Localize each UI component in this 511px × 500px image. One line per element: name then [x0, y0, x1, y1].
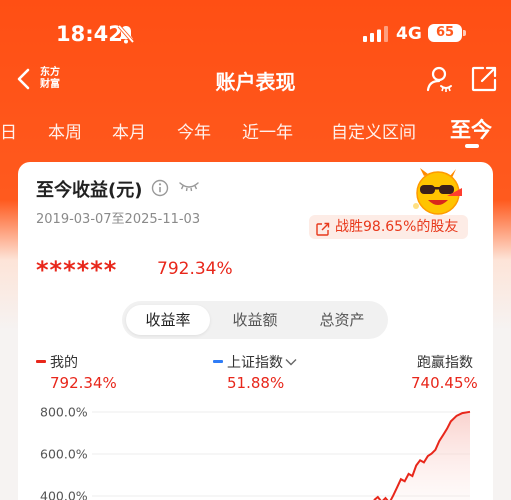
- legend-mine: 我的: [36, 352, 78, 372]
- status-bar: 18:42 4G 65: [0, 0, 511, 62]
- legend-index-label: 上证指数: [227, 355, 283, 371]
- returns-chart[interactable]: 800.0% 600.0% 400.0%: [18, 394, 493, 500]
- legend-outperform-value: 740.45%: [411, 374, 478, 392]
- legend-mine-swatch: [36, 360, 46, 363]
- battery-level: 65: [435, 25, 455, 40]
- tab-day[interactable]: 日: [0, 118, 17, 143]
- mascot-icon: [410, 166, 466, 222]
- share-icon[interactable]: [470, 65, 498, 97]
- series-mine-area: [374, 411, 470, 500]
- legend-mine-value: 792.34%: [50, 374, 117, 392]
- legend-index[interactable]: 上证指数: [213, 352, 297, 372]
- tab-last-year[interactable]: 近一年: [242, 118, 293, 143]
- battery-cap: [463, 30, 466, 36]
- tab-to-date[interactable]: 至今: [450, 114, 492, 144]
- segment-return-rate[interactable]: 收益率: [126, 305, 210, 335]
- tab-year[interactable]: 今年: [177, 118, 211, 143]
- legend-mine-label: 我的: [50, 355, 78, 371]
- eye-closed-icon[interactable]: [178, 179, 200, 198]
- tab-custom-range[interactable]: 自定义区间: [331, 118, 416, 143]
- battery-icon: 65: [428, 24, 462, 42]
- legend-index-value: 51.88%: [227, 374, 285, 392]
- active-tab-indicator: [465, 144, 479, 148]
- y-tick-label: 600.0%: [40, 447, 88, 462]
- metric-segmented-control: 收益率 收益额 总资产: [122, 301, 388, 339]
- period-tabs: 日 本周 本月 今年 近一年 自定义区间 至今: [0, 110, 511, 150]
- card-title: 至今收益(元): [36, 180, 143, 201]
- tab-week[interactable]: 本周: [48, 118, 82, 143]
- y-tick-label: 400.0%: [40, 489, 88, 500]
- legend-outperform-label: 跑赢指数: [417, 355, 473, 371]
- beat-text: 战胜98.65%的股友: [335, 219, 459, 235]
- beat-badge[interactable]: 战胜98.65%的股友: [309, 215, 469, 239]
- masked-amount: ******: [36, 256, 118, 284]
- legend-outperform: 跑赢指数: [417, 352, 473, 372]
- bell-muted-icon: [117, 24, 135, 48]
- legend-index-swatch: [213, 360, 223, 363]
- status-time: 18:42: [56, 22, 123, 46]
- return-percentage: 792.34%: [157, 259, 233, 279]
- info-icon[interactable]: [151, 179, 169, 201]
- tab-month[interactable]: 本月: [112, 118, 146, 143]
- y-tick-label: 800.0%: [40, 405, 88, 420]
- user-hidden-icon[interactable]: [425, 65, 453, 97]
- segment-total-assets[interactable]: 总资产: [300, 305, 384, 335]
- chevron-down-icon: [285, 354, 297, 370]
- segment-return-amount[interactable]: 收益额: [213, 305, 297, 335]
- external-link-icon: [316, 220, 330, 244]
- network-type: 4G: [396, 24, 422, 44]
- returns-card: 至今收益(元) 2019-03-07至2025-11-03 战胜98.65%的股…: [18, 162, 493, 500]
- date-range: 2019-03-07至2025-11-03: [36, 212, 201, 227]
- signal-icon: [363, 26, 389, 46]
- nav-bar: 东方 财富 账户表现: [0, 58, 511, 100]
- chart-y-ticks: 800.0% 600.0% 400.0%: [40, 405, 88, 500]
